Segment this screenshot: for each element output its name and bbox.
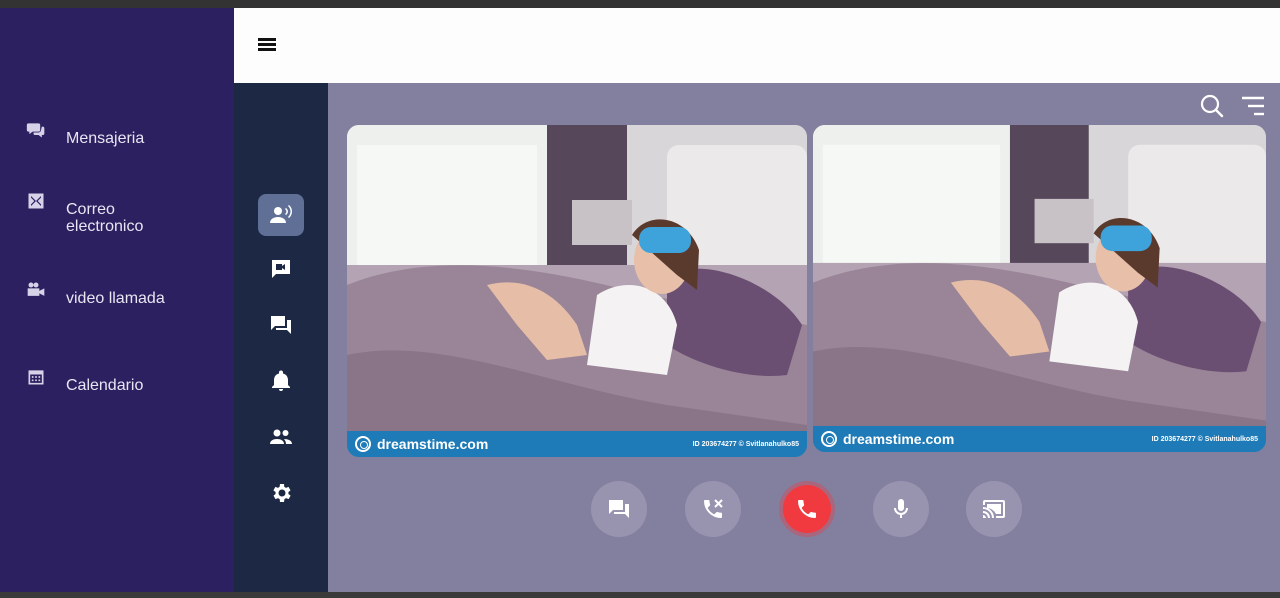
sidebar-item-mensajeria[interactable]: Mensajeria [26, 120, 176, 147]
brand-logo: dreamstime.com [821, 431, 954, 447]
watermark-credit-bar: dreamstime.com ID 203674277 © Svitlanahu… [347, 431, 807, 457]
sidebar-item-correo[interactable]: Correo electronico [26, 191, 176, 235]
sidebar-item-label: Mensajeria [66, 130, 145, 147]
end-call-icon [798, 500, 816, 518]
rail-people-button[interactable] [258, 416, 304, 458]
brand-logo: dreamstime.com [355, 436, 488, 452]
chat-icon [609, 500, 629, 518]
window-top-strip [0, 0, 1280, 8]
swirl-logo-icon [821, 431, 837, 447]
chat-bubbles-icon [26, 120, 46, 140]
call-toggle-button[interactable] [685, 481, 741, 537]
call-controls [328, 481, 1280, 537]
icon-rail [234, 83, 328, 592]
rail-video-chat-button[interactable] [258, 248, 304, 290]
sidebar-item-calendario[interactable]: Calendario [26, 367, 176, 394]
call-disabled-icon [704, 499, 723, 518]
video-frame-image [813, 125, 1266, 452]
brand-name: dreamstime.com [377, 436, 489, 452]
rail-contact-voice-button[interactable] [258, 194, 304, 236]
video-tile-2[interactable]: dreamstime.com ID 203674277 © Svitlanahu… [813, 125, 1266, 452]
call-main-area: dreamstime.com ID 203674277 © Svitlanahu… [328, 83, 1280, 592]
sidebar-item-label: Calendario [66, 377, 144, 394]
rail-notifications-button[interactable] [258, 360, 304, 402]
forum-icon [271, 316, 291, 334]
swirl-logo-icon [355, 436, 371, 452]
video-tile-1[interactable]: dreamstime.com ID 203674277 © Svitlanahu… [347, 125, 807, 457]
end-call-button[interactable] [783, 485, 831, 533]
contact-voice-icon [270, 205, 292, 223]
microphone-icon [894, 499, 908, 518]
sidebar-item-video-llamada[interactable]: video llamada [26, 280, 176, 307]
window-bottom-strip [0, 592, 1280, 598]
rail-settings-button[interactable] [258, 472, 304, 514]
microphone-button[interactable] [873, 481, 929, 537]
calendar-icon [26, 367, 46, 387]
image-id-text: ID 203674277 © Svitlanahulko85 [1151, 435, 1258, 443]
sidebar-item-label: Correo electronico [66, 201, 144, 235]
bell-icon [272, 370, 290, 391]
cast-screen-icon [983, 500, 1005, 518]
video-chat-icon [272, 260, 290, 278]
brand-name: dreamstime.com [843, 431, 955, 447]
rail-forum-button[interactable] [258, 304, 304, 346]
menu-button[interactable] [1240, 93, 1266, 119]
people-icon [270, 429, 292, 444]
search-icon [1200, 94, 1224, 118]
watermark-credit-bar: dreamstime.com ID 203674277 © Svitlanahu… [813, 426, 1266, 452]
chat-button[interactable] [591, 481, 647, 537]
hamburger-icon[interactable] [258, 38, 276, 52]
image-id-text: ID 203674277 © Svitlanahulko85 [692, 440, 799, 448]
sidebar: Mensajeria Correo electronico video llam… [0, 8, 234, 592]
mail-icon [26, 191, 46, 211]
search-button[interactable] [1199, 93, 1225, 119]
cast-screen-button[interactable] [966, 481, 1022, 537]
sidebar-item-label: video llamada [66, 290, 165, 307]
header [234, 8, 1280, 83]
video-camera-icon [26, 280, 46, 300]
sort-menu-icon [1242, 96, 1264, 116]
video-frame-image [347, 125, 807, 457]
settings-icon [273, 484, 291, 502]
